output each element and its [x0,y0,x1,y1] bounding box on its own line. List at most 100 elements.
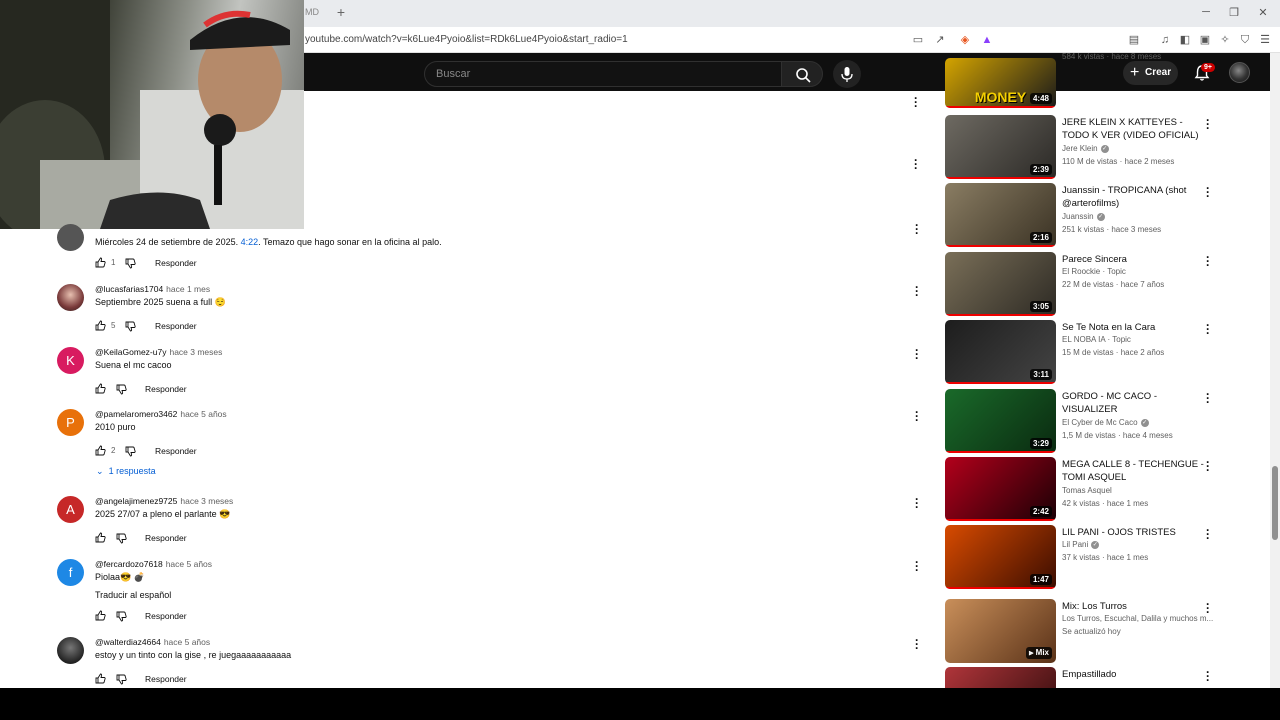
dislike-icon[interactable] [125,446,136,457]
like-icon[interactable] [95,320,106,331]
comment-menu-icon[interactable]: · · · [914,406,920,426]
dislike-icon[interactable] [116,533,127,544]
vpn-icon[interactable]: ⛉ [1237,32,1253,48]
wallet-icon[interactable]: ▣ [1197,32,1213,48]
comment-avatar[interactable] [57,637,84,664]
reply-button[interactable]: Responder [145,611,187,621]
video-menu-icon[interactable]: · · · [1205,251,1211,271]
related-video-item[interactable]: 3:29 GORDO - MC CACO - VISUALIZER El Cyber… [945,388,1215,453]
dislike-icon[interactable] [116,384,127,395]
channel-name[interactable]: Jere Klein ✓ [1062,144,1109,153]
comment-menu-icon[interactable]: · · · [914,219,920,239]
comment-author[interactable]: @KeilaGomez-u7y [95,347,166,357]
translate-link[interactable]: Traducir al español [95,590,171,600]
scrollbar-track[interactable] [1270,53,1280,688]
share-icon[interactable]: ↗ [932,32,948,48]
sidebar-toggle-icon[interactable]: ◧ [1177,32,1193,48]
comment-menu-icon[interactable]: · · · [914,493,920,513]
comment-author[interactable]: @walterdiaz4664 [95,637,161,647]
like-icon[interactable] [95,673,106,684]
video-menu-icon[interactable]: · · · [1205,524,1211,544]
related-video-item[interactable]: Empastillado · · · [945,666,1215,688]
video-menu-icon[interactable]: · · · [1205,666,1211,686]
timestamp-link[interactable]: 4:22 [241,237,259,247]
like-icon[interactable] [95,532,106,543]
video-thumbnail[interactable]: 1:47 [945,525,1056,589]
music-icon[interactable]: ♫ [1157,32,1173,48]
video-title[interactable]: MEGA CALLE 8 - TECHENGUE - TOMI ASQUEL [1062,458,1207,484]
comment-time[interactable]: hace 3 meses [180,496,233,506]
video-thumbnail[interactable]: 3:29 [945,389,1056,453]
comment-avatar[interactable] [57,224,84,251]
search-input[interactable]: Buscar [424,61,782,87]
restore-icon[interactable]: ❐ [1226,6,1242,19]
video-menu-icon[interactable]: · · · [1205,598,1211,618]
video-title[interactable]: Juanssin - TROPICANA (shot @arterofilms) [1062,184,1207,210]
comment-time[interactable]: hace 5 años [180,409,226,419]
video-title[interactable]: Se Te Nota en la Cara [1062,321,1207,334]
dislike-icon[interactable] [116,674,127,685]
video-thumbnail[interactable]: MONEY 4:48 [945,58,1056,108]
comment-time[interactable]: hace 5 años [164,637,210,647]
related-video-item[interactable]: 2:39 JERE KLEIN X KATTEYES - TODO K VER (… [945,114,1215,179]
comment-menu-icon[interactable]: · · · [913,154,919,174]
channel-name[interactable]: El Cyber de Mc Caco ✓ [1062,418,1149,427]
comment-avatar[interactable] [57,284,84,311]
channel-name[interactable]: El Roockie · Topic [1062,267,1126,276]
video-thumbnail[interactable]: 3:11 [945,320,1056,384]
channel-name[interactable]: Tomas Asquel [1062,486,1112,495]
related-video-item[interactable]: 3:05 Parece Sincera El Roockie · Topic 22 M… [945,251,1215,316]
comment-menu-icon[interactable]: · · · [914,556,920,576]
leo-ai-icon[interactable]: ✧ [1217,32,1233,48]
related-video-item[interactable]: MONEY 4:48 584 k vistas · hace 8 meses [945,52,1215,108]
comment-author[interactable]: @angelajimenez9725 [95,496,177,506]
video-thumbnail[interactable]: 2:16 [945,183,1056,247]
like-icon[interactable] [95,383,106,394]
video-title[interactable]: Empastillado [1062,668,1207,681]
url-text[interactable]: youtube.com/watch?v=k6Lue4Pyoio&list=RDk… [305,34,628,45]
comment-avatar[interactable]: f [57,559,84,586]
video-thumbnail[interactable] [945,667,1056,688]
reply-button[interactable]: Responder [155,258,197,268]
video-thumbnail[interactable]: 2:42 [945,457,1056,521]
video-menu-icon[interactable]: · · · [1205,388,1211,408]
video-title[interactable]: LIL PANI - OJOS TRISTES [1062,526,1207,539]
comment-time[interactable]: hace 1 mes [166,284,210,294]
comment-author[interactable]: @lucasfarias1704 [95,284,163,294]
comment-avatar[interactable]: K [57,347,84,374]
video-title[interactable]: JERE KLEIN X KATTEYES - TODO K VER (VIDE… [1062,116,1207,142]
comment-avatar[interactable]: P [57,409,84,436]
comment-author[interactable]: @fercardozo7618 [95,559,163,569]
brave-shield-icon[interactable]: ◈ [957,32,973,48]
related-video-item[interactable]: 3:11 Se Te Nota en la Cara EL NOBA IA · To… [945,319,1215,384]
reply-button[interactable]: Responder [145,674,187,684]
video-menu-icon[interactable]: · · · [1205,456,1211,476]
video-menu-icon[interactable]: · · · [1205,182,1211,202]
like-icon[interactable] [95,445,106,456]
related-video-item[interactable]: 2:16 Juanssin - TROPICANA (shot @arterofi… [945,182,1215,247]
browser-tab[interactable]: MD [305,7,319,17]
video-title[interactable]: Mix: Los Turros [1062,600,1207,613]
video-menu-icon[interactable]: · · · [1205,319,1211,339]
install-app-icon[interactable]: ▭ [910,32,926,48]
reader-icon[interactable]: ▤ [1126,32,1142,48]
scrollbar-thumb[interactable] [1272,466,1278,540]
video-thumbnail[interactable]: 2:39 [945,115,1056,179]
related-video-item[interactable]: 1:47 LIL PANI - OJOS TRISTES Lil Pani ✓ 37 k… [945,524,1215,589]
reply-button[interactable]: Responder [145,384,187,394]
related-video-item[interactable]: 2:42 MEGA CALLE 8 - TECHENGUE - TOMI ASQU… [945,456,1215,521]
comment-author[interactable]: @pamelaromero3462 [95,409,177,419]
minimize-icon[interactable]: ─ [1198,6,1214,18]
rewards-icon[interactable]: ▲ [979,32,995,48]
search-button[interactable] [781,61,823,87]
reply-button[interactable]: Responder [155,446,197,456]
close-window-icon[interactable]: ✕ [1255,6,1271,19]
comment-avatar[interactable]: A [57,496,84,523]
dislike-icon[interactable] [125,258,136,269]
video-menu-icon[interactable]: · · · [1205,114,1211,134]
channel-name[interactable]: Juanssin ✓ [1062,212,1105,221]
voice-search-button[interactable] [833,60,861,88]
comment-menu-icon[interactable]: · · · [914,344,920,364]
like-icon[interactable] [95,610,106,621]
menu-icon[interactable]: ☰ [1257,32,1273,48]
